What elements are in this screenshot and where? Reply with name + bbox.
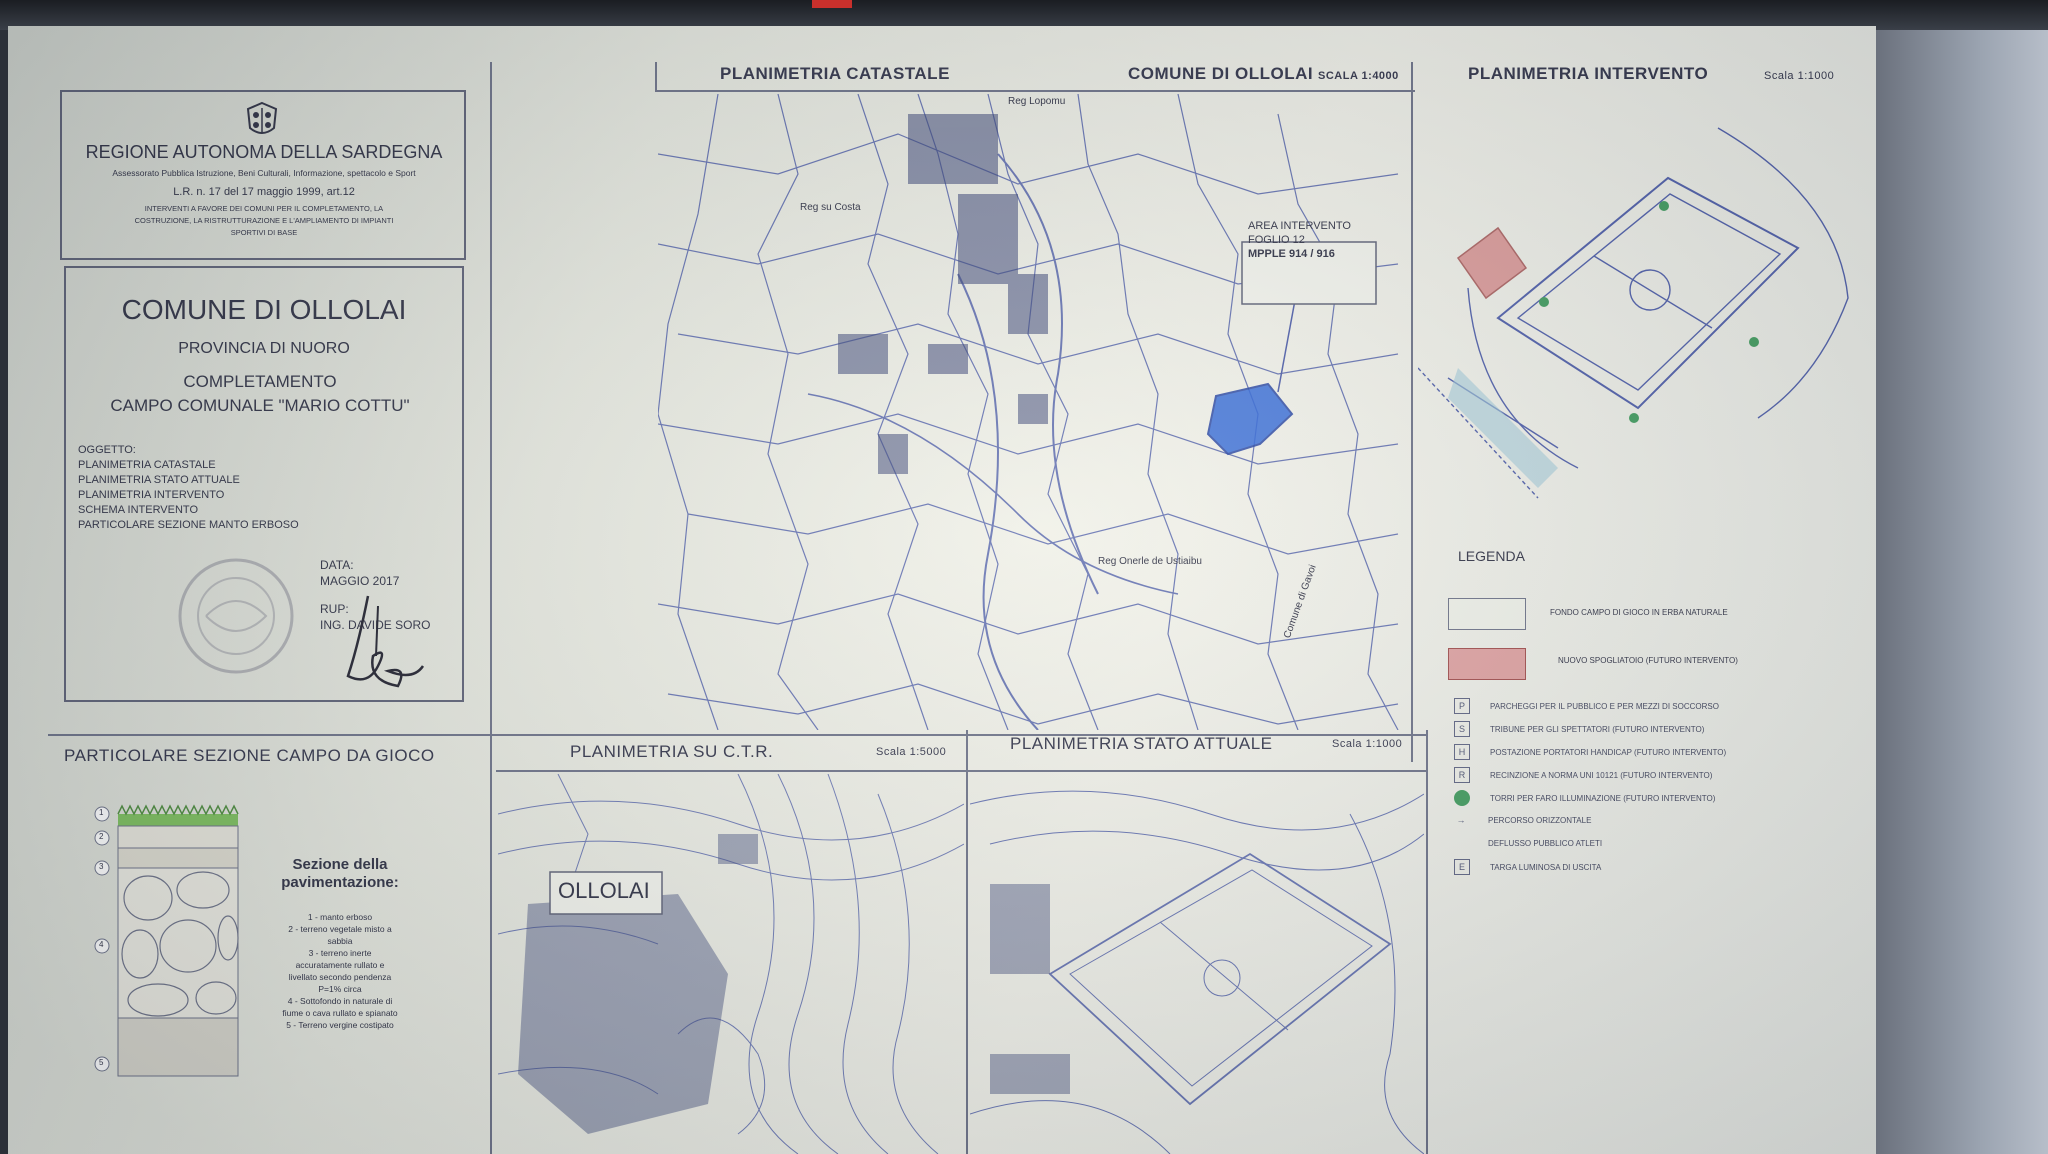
legend-item: DEFLUSSO PUBBLICO ATLETI	[1488, 838, 1603, 848]
taskbar-marker	[812, 0, 852, 8]
section-marker: 4	[99, 940, 104, 949]
interventi-line-2: COSTRUZIONE, LA RISTRUTTURAZIONE E L'AMP…	[134, 216, 394, 225]
comune-scale-header: COMUNE DI OLLOLAI	[1128, 64, 1314, 83]
sezione-header: PARTICOLARE SEZIONE CAMPO DA GIOCO	[64, 746, 435, 765]
intervention-plan	[1418, 127, 1849, 499]
provincia: PROVINCIA DI NUORO	[178, 340, 350, 357]
sezione-layer: 1 - manto erboso	[307, 912, 373, 922]
stato-attuale-map	[970, 790, 1424, 1154]
oggetto-item: PLANIMETRIA INTERVENTO	[78, 489, 225, 501]
legend-item: TRIBUNE PER GLI SPETTATORI (FUTURO INTER…	[1490, 724, 1705, 734]
assessorato: Assessorato Pubblica Istruzione, Beni Cu…	[112, 168, 416, 178]
legend-item: PARCHEGGI PER IL PUBBLICO E PER MEZZI DI…	[1490, 701, 1719, 711]
catastale-header: PLANIMETRIA CATASTALE	[720, 64, 950, 83]
legend-item: PERCORSO ORIZZONTALE	[1488, 815, 1592, 825]
sezione-layer: 4 - Sottofondo in naturale di	[287, 996, 393, 1006]
comune-title: COMUNE DI OLLOLAI	[121, 294, 407, 325]
legenda-title: LEGENDA	[1458, 548, 1525, 564]
sezione-layer: 3 - terreno inerte	[308, 948, 372, 958]
legend-row: R RECINZIONE A NORMA UNI 10121 (FUTURO IN…	[1454, 767, 1712, 783]
legend-row: TORRI PER FARO ILLUMINAZIONE (FUTURO INT…	[1454, 790, 1715, 806]
section-marker: 3	[99, 862, 104, 871]
legend-symbol: S	[1454, 721, 1470, 737]
map-label-costa: Reg su Costa	[800, 202, 861, 213]
ctr-map	[498, 774, 964, 1154]
stato-header: PLANIMETRIA STATO ATTUALE	[1010, 734, 1273, 753]
map-label-top: Reg Lopomu	[1008, 96, 1066, 107]
legend-item: FONDO CAMPO DI GIOCO IN ERBA NATURALE	[1550, 608, 1728, 617]
sezione-layer: livellato secondo pendenza	[288, 972, 392, 982]
legend-row: P PARCHEGGI PER IL PUBBLICO E PER MEZZI D…	[1454, 698, 1719, 714]
ctr-header: PLANIMETRIA SU C.T.R.	[570, 742, 774, 761]
sezione-title-2: pavimentazione:	[281, 874, 399, 891]
sezione-layer: accuratamente rullato e	[295, 960, 385, 970]
sardinia-crest-icon	[246, 101, 278, 134]
stato-scale: Scala 1:1000	[1332, 738, 1403, 750]
interventi-line-1: INTERVENTI A FAVORE DEI COMUNI PER IL CO…	[144, 204, 384, 213]
intervento-scale: Scala 1:1000	[1764, 70, 1835, 82]
intervento-header: PLANIMETRIA INTERVENTO	[1468, 64, 1709, 83]
sezione-layer: P=1% circa	[318, 984, 362, 994]
section-marker: 1	[99, 808, 104, 817]
cadastral-map	[658, 94, 1399, 730]
arrow-path-icon: →	[1456, 815, 1466, 825]
oggetto-item: PLANIMETRIA STATO ATTUALE	[78, 474, 240, 486]
exit-sign-icon: E	[1454, 859, 1470, 875]
legend-swatch-grass	[1448, 598, 1526, 630]
sezione-layer: sabbia	[327, 936, 353, 946]
legend-row: DEFLUSSO PUBBLICO ATLETI	[1454, 836, 1602, 850]
project-title-1: COMPLETAMENTO	[183, 372, 337, 391]
legend-row: H POSTAZIONE PORTATORI HANDICAP (FUTURO I…	[1454, 744, 1726, 760]
law-reference: L.R. n. 17 del 17 maggio 1999, art.12	[173, 186, 355, 198]
light-tower-icon	[1454, 790, 1470, 806]
ctr-ollolai-label: OLLOLAI	[558, 878, 650, 903]
drawing-sheet: REGIONE AUTONOMA DELLA SARDEGNA Assessor…	[8, 26, 1876, 1154]
legend-row: → PERCORSO ORIZZONTALE	[1454, 813, 1592, 827]
oggetto-label: OGGETTO:	[78, 444, 136, 456]
region-title: REGIONE AUTONOMA DELLA SARDEGNA	[85, 142, 443, 162]
legend-symbol: P	[1454, 698, 1470, 714]
oggetto-item: SCHEMA INTERVENTO	[78, 504, 199, 516]
ctr-scale: Scala 1:5000	[876, 746, 947, 758]
section-marker: 5	[99, 1058, 104, 1067]
oggetto-item: PLANIMETRIA CATASTALE	[78, 459, 216, 471]
data-label: DATA:	[320, 558, 354, 572]
map-label-onerle: Reg Onerle de Ustiaibu	[1098, 556, 1202, 567]
official-stamp	[178, 558, 294, 674]
sezione-title-1: Sezione della	[292, 856, 388, 873]
desk-right	[1875, 30, 2048, 1154]
catastale-scale: SCALA 1:4000	[1318, 70, 1399, 82]
legend-item: NUOVO SPOGLIATOIO (FUTURO INTERVENTO)	[1558, 656, 1738, 665]
legend-item: POSTAZIONE PORTATORI HANDICAP (FUTURO IN…	[1490, 747, 1727, 757]
sezione-layer: fiume o cava rullato e spianato	[282, 1008, 398, 1018]
sezione-layer: 5 - Terreno vergine costipato	[286, 1020, 394, 1030]
legend-item: TARGA LUMINOSA DI USCITA	[1490, 862, 1602, 872]
area-intervento-3: MPPLE 914 / 916	[1248, 248, 1335, 260]
project-title-2: CAMPO COMUNALE "MARIO COTTU"	[110, 396, 410, 415]
sezione-layer: 2 - terreno vegetale misto a	[288, 924, 392, 934]
legend-swatch-spogliatoio	[1448, 648, 1526, 680]
area-intervento-1: AREA INTERVENTO	[1248, 220, 1351, 232]
signature-icon	[346, 595, 425, 688]
legend-symbol: H	[1454, 744, 1470, 760]
legend-row: S TRIBUNE PER GLI SPETTATORI (FUTURO INTE…	[1454, 721, 1704, 737]
section-marker: 2	[99, 832, 104, 841]
legend-item: TORRI PER FARO ILLUMINAZIONE (FUTURO INT…	[1490, 793, 1716, 803]
legend-symbol	[1454, 836, 1468, 850]
area-intervento-2: FOGLIO 12	[1248, 234, 1305, 246]
pavement-section-diagram	[94, 804, 239, 1077]
legend-symbol: R	[1454, 767, 1470, 783]
interventi-line-3: SPORTIVI DI BASE	[230, 228, 298, 237]
oggetto-item: PARTICOLARE SEZIONE MANTO ERBOSO	[78, 519, 299, 531]
legend-item: RECINZIONE A NORMA UNI 10121 (FUTURO INT…	[1490, 770, 1713, 780]
legend-row: E TARGA LUMINOSA DI USCITA	[1454, 859, 1601, 875]
